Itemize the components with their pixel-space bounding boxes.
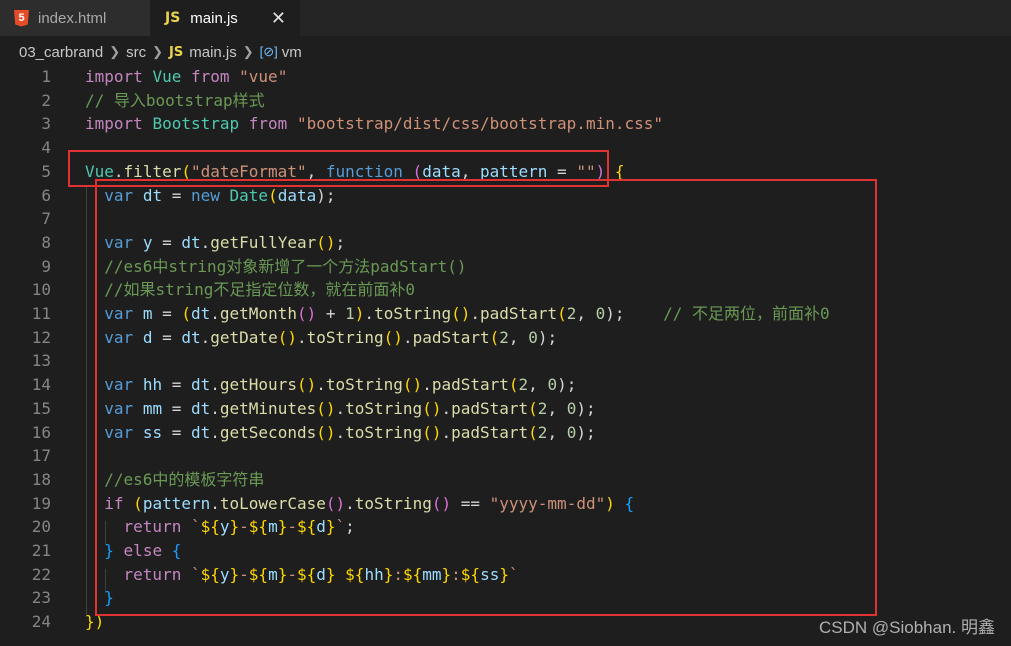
line-number: 17 [31, 446, 51, 466]
tab-label: index.html [38, 9, 107, 27]
watermark: CSDN @Siobhan. 明鑫 [819, 618, 995, 637]
tab-main-js[interactable]: JS main.js ✕ [150, 0, 300, 36]
line-number: 1 [41, 67, 51, 86]
line-number: 2 [41, 90, 51, 110]
tab-index-html[interactable]: 5 index.html [0, 0, 150, 36]
line-number: 18 [31, 469, 51, 489]
html5-icon: 5 [14, 9, 29, 27]
code-token: "vue" [239, 67, 288, 86]
code-text: // 导入bootstrap样式 [85, 89, 265, 113]
code-token: Vue [152, 67, 182, 86]
line-number: 5 [41, 161, 51, 181]
line-number: 19 [31, 493, 51, 513]
code-token: "bootstrap/dist/css/bootstrap.min.css" [296, 114, 663, 134]
breadcrumb: 03_carbrand ❯ src ❯ JS main.js ❯ [⊘] vm [0, 38, 1011, 66]
code-line[interactable]: 3 import Bootstrap from "bootstrap/dist/c… [0, 112, 1011, 136]
line-number: 20 [31, 517, 51, 537]
line-number: 7 [41, 209, 51, 229]
code-text: import Vue from "vue" [85, 65, 287, 89]
line-number: 3 [41, 114, 51, 134]
line-number: 4 [41, 138, 51, 158]
breadcrumb-item-symbol[interactable]: vm [282, 44, 302, 61]
line-number: 21 [31, 541, 51, 560]
line-number: 10 [31, 280, 51, 300]
code-token: import [85, 114, 143, 134]
code-token: from [248, 114, 288, 134]
code-token: { [614, 161, 625, 181]
breadcrumb-item-src[interactable]: src [126, 44, 146, 61]
line-number: 12 [31, 327, 51, 347]
code-token: import [85, 67, 143, 86]
line-number: 14 [31, 375, 51, 395]
line-number: 22 [31, 564, 51, 584]
line-number: 8 [41, 232, 51, 252]
chevron-right-icon: ❯ [242, 44, 254, 59]
line-number: 23 [31, 588, 51, 608]
variable-icon: [⊘] [259, 44, 278, 59]
line-number: 9 [41, 256, 51, 276]
highlight-box-function-body [95, 179, 877, 616]
chevron-right-icon: ❯ [152, 44, 164, 59]
line-number: 24 [31, 612, 51, 632]
code-text: import Bootstrap from "bootstrap/dist/cs… [85, 112, 663, 136]
line-number: 16 [31, 422, 51, 442]
code-token: from [190, 67, 230, 86]
breadcrumb-item-folder[interactable]: 03_carbrand [19, 44, 103, 61]
tab-bar: 5 index.html JS main.js ✕ [0, 0, 1011, 36]
code-token: Bootstrap [152, 114, 240, 134]
chevron-right-icon: ❯ [109, 44, 121, 59]
code-line[interactable]: 1 import Vue from "vue" [0, 65, 1011, 89]
tab-label: main.js [190, 9, 238, 27]
code-line[interactable]: 2 // 导入bootstrap样式 [0, 89, 1011, 113]
breadcrumb-item-file[interactable]: main.js [189, 44, 237, 61]
line-number: 15 [31, 398, 51, 418]
js-icon: JS [169, 44, 184, 60]
line-number: 13 [31, 351, 51, 371]
close-icon[interactable]: ✕ [271, 8, 286, 29]
line-number: 11 [31, 304, 51, 323]
js-icon: JS [165, 10, 181, 26]
line-number: 6 [41, 185, 51, 205]
code-token: // 导入bootstrap样式 [85, 90, 265, 110]
